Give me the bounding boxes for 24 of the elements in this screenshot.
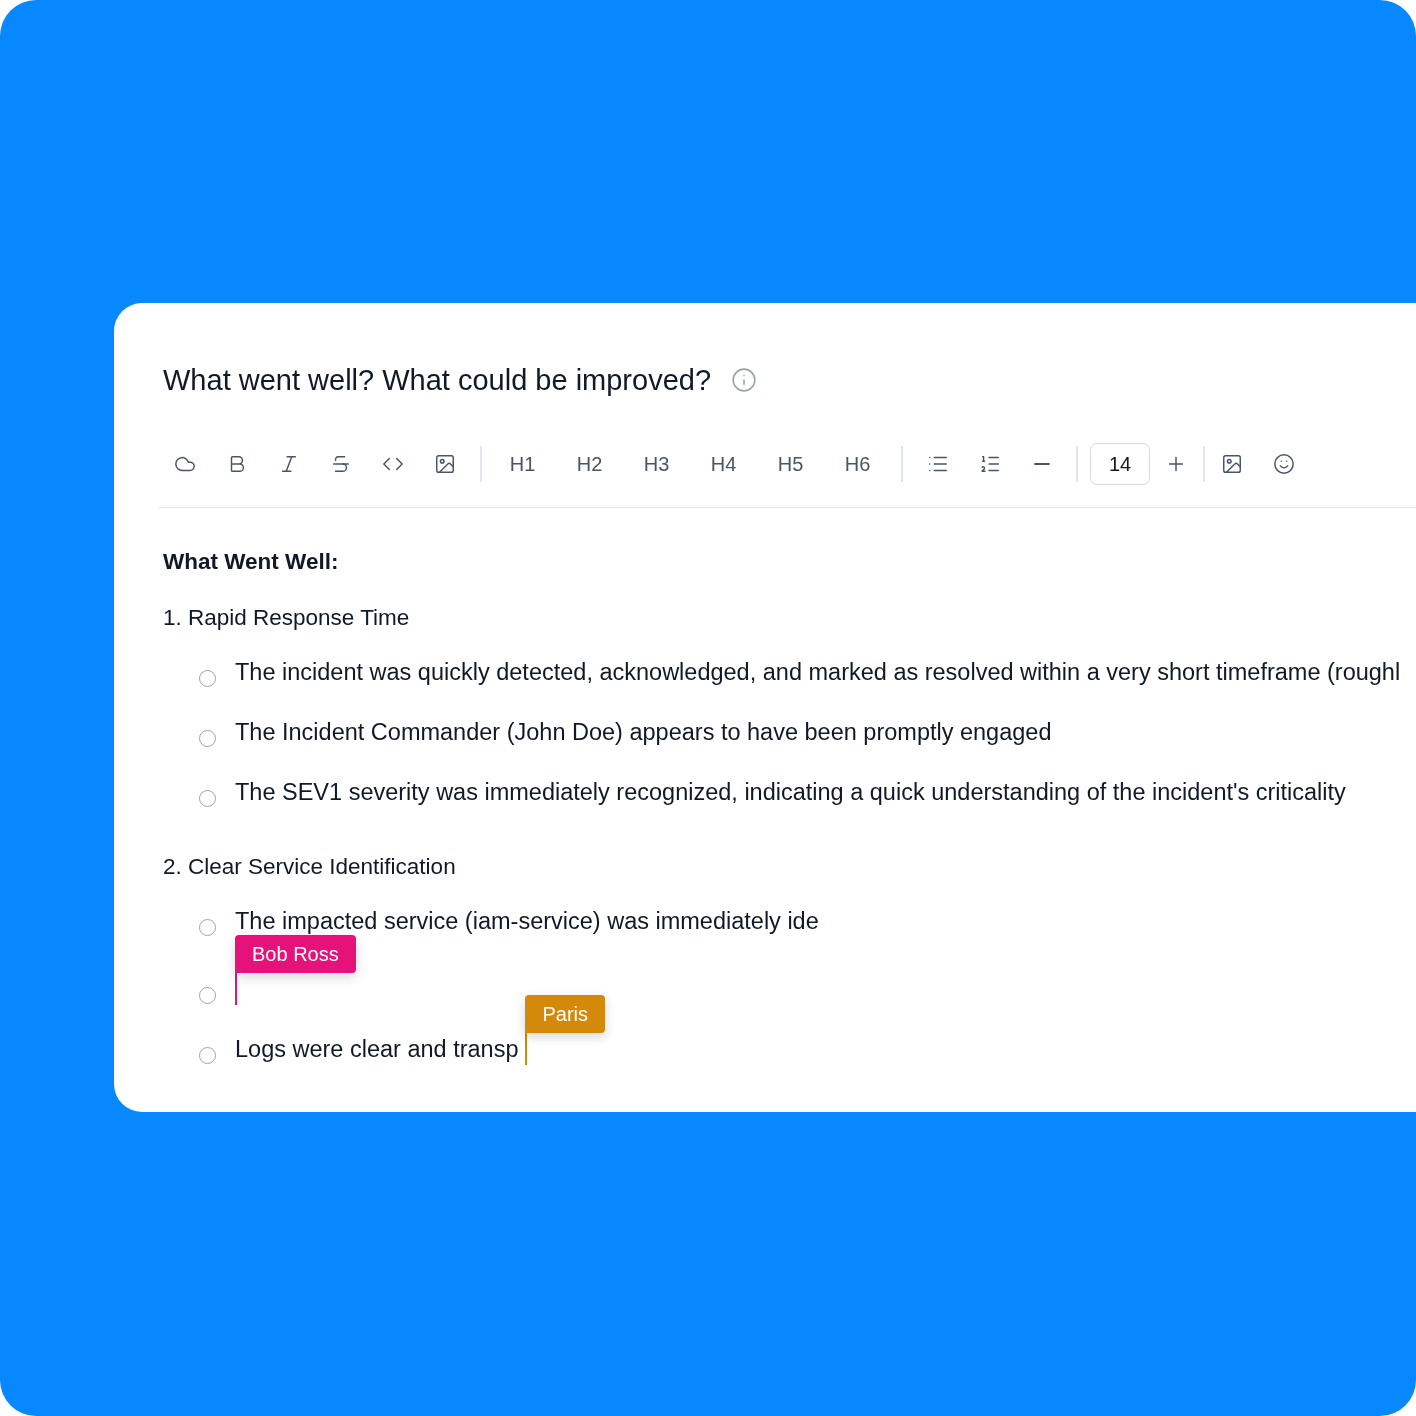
image-icon: [434, 453, 456, 475]
image-icon: [1221, 453, 1243, 475]
list-item-text: The SEV1 severity was immediately recognized, indicating a quick understanding of the incident's criticality: [235, 778, 1346, 807]
collaborator-name-tag: Paris: [525, 995, 606, 1033]
list-item-text: The incident was quickly detected, acknowledged, and marked as resolved within a very short timeframe (roughl: [235, 658, 1401, 687]
heading-button[interactable]: H3: [635, 446, 678, 482]
font-size-field[interactable]: 14: [1090, 443, 1150, 485]
list-item-text: The impacted service (iam-service) was immediately ide: [235, 907, 819, 936]
smiley-icon: [1273, 453, 1295, 475]
heading-button[interactable]: H2: [568, 446, 611, 482]
heading-button[interactable]: H4: [702, 446, 745, 482]
list-item-title: 2. Clear Service Identification: [163, 853, 457, 881]
heading-button[interactable]: H5: [769, 446, 812, 482]
heading-button[interactable]: H1: [501, 446, 544, 482]
question-title: What went well? What could be improved?: [163, 363, 712, 397]
section-heading: What Went Well:: [163, 548, 340, 576]
minus-icon: [1034, 463, 1050, 465]
numbered-list-icon: [979, 453, 1001, 475]
list-item-title: 1. Rapid Response Time: [163, 604, 411, 632]
strikethrough-icon: [330, 453, 352, 475]
heading-button[interactable]: H6: [836, 446, 879, 482]
collaborator-name-tag: Bob Ross: [235, 935, 356, 973]
list-item-text: Logs were clear and transp: [235, 1035, 519, 1064]
list-item-text: The Incident Commander (John Doe) appears to have been promptly engaged: [235, 718, 1052, 747]
